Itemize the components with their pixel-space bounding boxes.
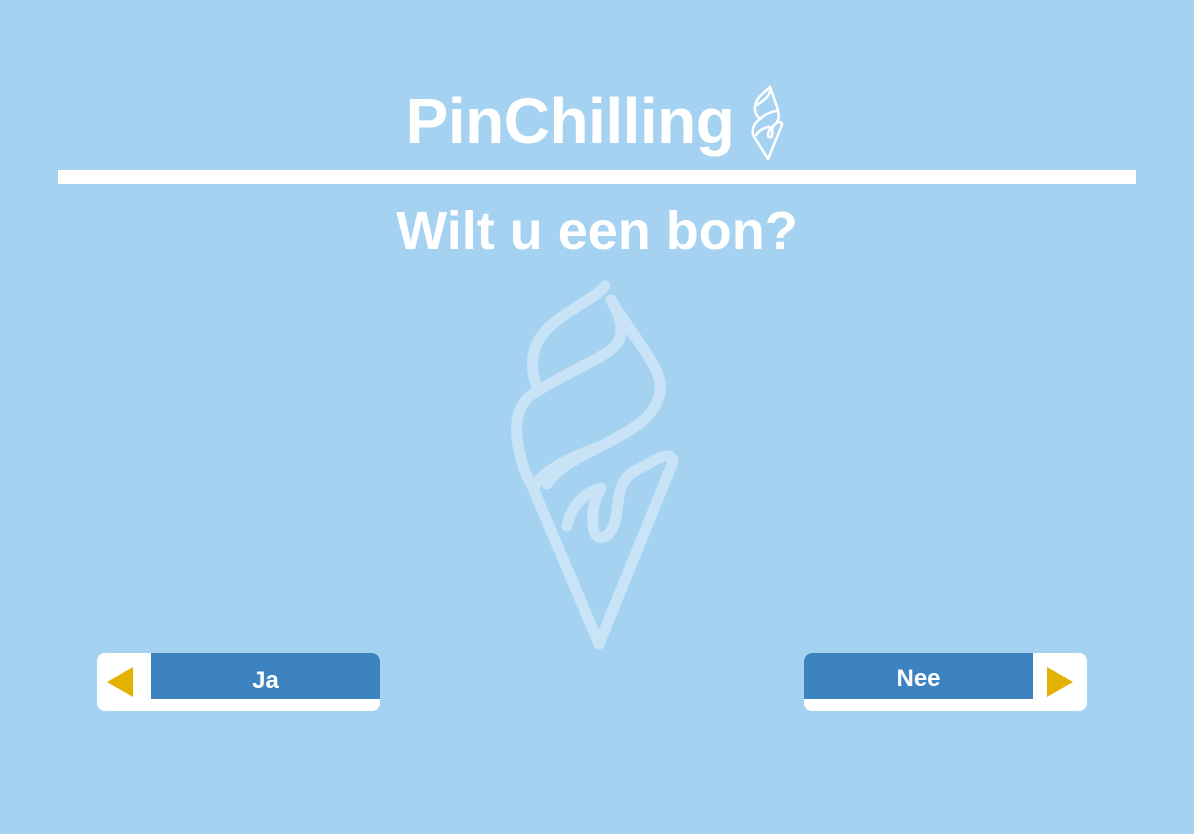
- header-divider: [58, 170, 1136, 184]
- triangle-right-icon: [1047, 667, 1073, 697]
- question-text: Wilt u een bon?: [396, 201, 798, 261]
- app-header: PinChilling: [0, 76, 1194, 166]
- no-button[interactable]: Nee: [804, 653, 1087, 711]
- yes-button[interactable]: Ja: [97, 653, 380, 711]
- ice-cream-cone-icon: [511, 280, 679, 650]
- receipt-prompt-screen: PinChilling Wilt u een bon? Ja Nee: [0, 0, 1194, 834]
- app-title: PinChilling: [405, 85, 735, 157]
- ice-cream-cone-icon: [751, 85, 784, 161]
- no-button-label: Nee: [804, 653, 1033, 699]
- triangle-left-icon: [107, 667, 133, 697]
- yes-button-label: Ja: [151, 653, 380, 699]
